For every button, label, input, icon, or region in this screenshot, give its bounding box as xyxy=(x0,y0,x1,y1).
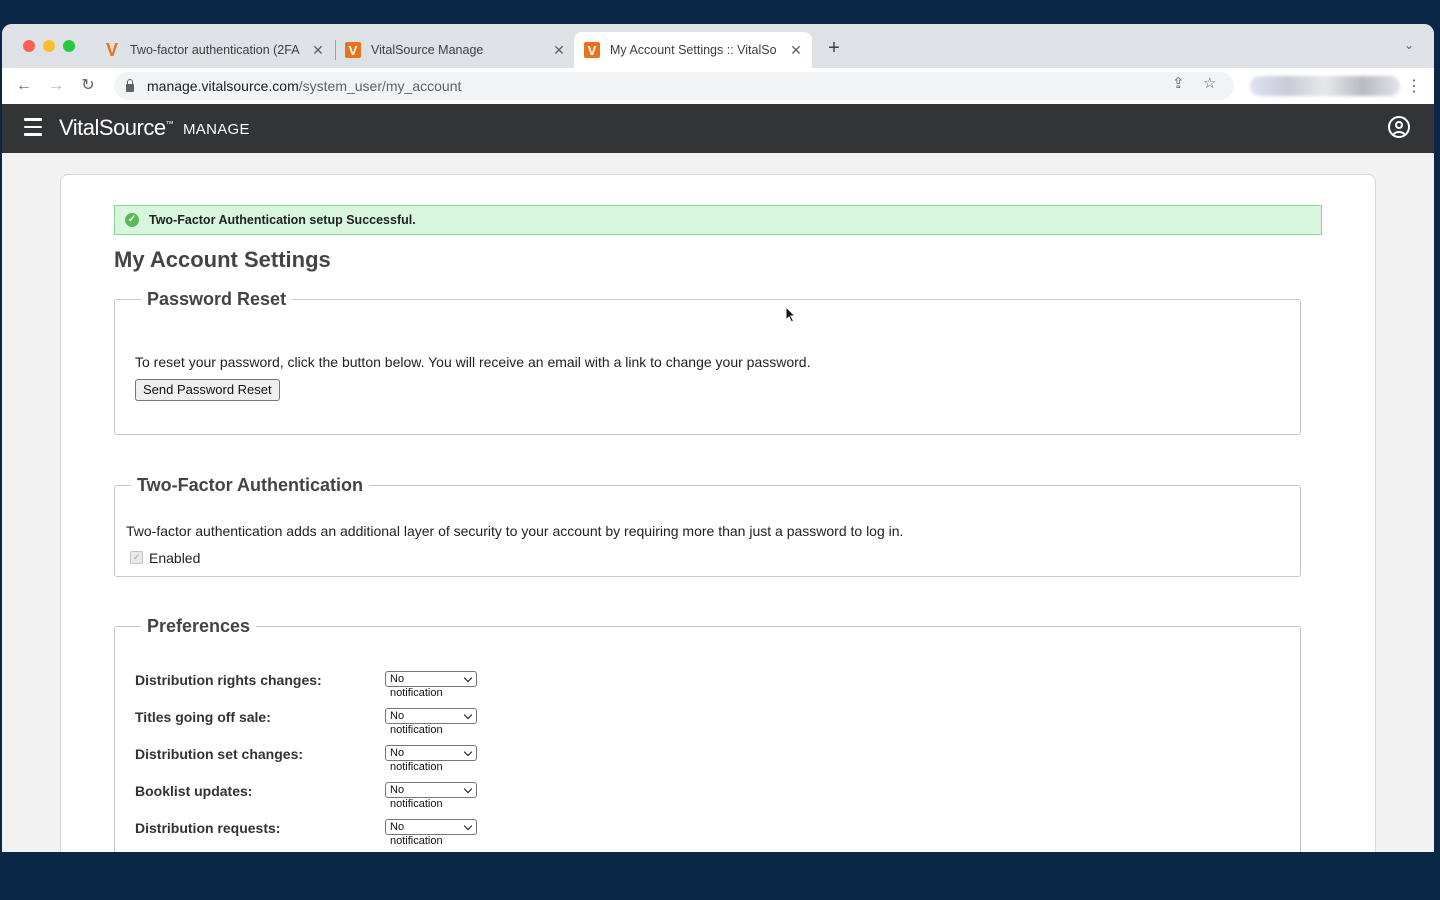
pref-label-titles-off-sale: Titles going off sale: xyxy=(135,709,271,725)
tab-vitalsource-manage[interactable]: V VitalSource Manage ✕ xyxy=(345,32,567,68)
two-factor-description: Two-factor authentication adds an additi… xyxy=(126,523,904,539)
close-tab-icon[interactable]: ✕ xyxy=(310,42,326,59)
two-factor-enabled-label: Enabled xyxy=(149,550,201,566)
vitalsource-logo[interactable]: VitalSource™ xyxy=(59,115,174,141)
pref-select-distribution-requests[interactable]: No notification xyxy=(385,819,477,847)
vitalsource-favicon-icon: V xyxy=(584,42,600,58)
brand-subtitle: MANAGE xyxy=(183,121,250,138)
lock-icon xyxy=(126,79,134,92)
trademark-mark: ™ xyxy=(165,119,174,129)
maximize-window-button[interactable] xyxy=(63,40,75,52)
hamburger-menu-icon[interactable] xyxy=(24,118,42,141)
pref-select-distribution-set[interactable]: No notification xyxy=(385,745,477,773)
minimize-window-button[interactable] xyxy=(43,40,55,52)
mouse-cursor-icon xyxy=(785,306,797,323)
success-alert: ✓ Two-Factor Authentication setup Succes… xyxy=(114,205,1322,235)
two-factor-legend: Two-Factor Authentication xyxy=(137,475,363,495)
pref-label-booklist-updates: Booklist updates: xyxy=(135,783,253,799)
url-host: manage.vitalsource.com xyxy=(147,78,299,94)
vitalsource-favicon-icon: V xyxy=(105,39,118,60)
tab-search-chevron-icon[interactable]: ⌄ xyxy=(1404,38,1414,52)
share-icon[interactable]: ⇪ xyxy=(1172,74,1185,92)
pref-select-titles-off-sale[interactable]: No notification xyxy=(385,708,477,736)
settings-card: ✓ Two-Factor Authentication setup Succes… xyxy=(60,174,1376,852)
pref-label-distribution-requests: Distribution requests: xyxy=(135,820,281,836)
main-content: ✓ Two-Factor Authentication setup Succes… xyxy=(2,153,1434,852)
page-title: My Account Settings xyxy=(114,247,331,272)
two-factor-section: Two-Factor Authentication Two-factor aut… xyxy=(114,475,1301,577)
two-factor-enabled-checkbox[interactable]: ✓ xyxy=(130,551,143,564)
browser-window: V Two-factor authentication (2FA ✕ V Vit… xyxy=(2,24,1434,852)
close-window-button[interactable] xyxy=(23,40,35,52)
tab-separator xyxy=(335,40,336,60)
send-password-reset-button[interactable]: Send Password Reset xyxy=(135,379,280,401)
tab-strip: V Two-factor authentication (2FA ✕ V Vit… xyxy=(2,24,1434,68)
forward-arrow-icon[interactable]: → xyxy=(46,76,66,96)
pref-select-distribution-rights[interactable]: No notification xyxy=(385,671,477,699)
address-bar[interactable]: manage.vitalsource.com/system_user/my_ac… xyxy=(114,72,1234,100)
brand-name: VitalSource xyxy=(59,115,166,140)
alert-message: Two-Factor Authentication setup Successf… xyxy=(149,213,416,227)
pref-label-distribution-set: Distribution set changes: xyxy=(135,746,304,762)
close-tab-icon[interactable]: ✕ xyxy=(788,42,804,59)
password-reset-section: Password Reset To reset your password, c… xyxy=(114,289,1301,435)
close-tab-icon[interactable]: ✕ xyxy=(551,42,567,59)
pref-label-distribution-rights: Distribution rights changes: xyxy=(135,672,322,688)
tab-my-account-settings[interactable]: V My Account Settings :: VitalSo ✕ xyxy=(574,32,812,68)
pref-select-booklist-updates[interactable]: No notification xyxy=(385,782,477,810)
reload-icon[interactable]: ↻ xyxy=(78,76,98,96)
browser-menu-kebab-icon[interactable]: ⋮ xyxy=(1406,76,1422,96)
url-path: /system_user/my_account xyxy=(298,78,462,94)
tab-title: Two-factor authentication (2FA xyxy=(130,43,300,57)
bookmark-star-icon[interactable]: ☆ xyxy=(1203,74,1216,92)
tab-title: VitalSource Manage xyxy=(371,43,484,57)
preferences-section: Preferences Distribution rights changes:… xyxy=(114,616,1301,852)
password-reset-legend: Password Reset xyxy=(147,289,287,309)
back-arrow-icon[interactable]: ← xyxy=(14,76,34,96)
vitalsource-favicon-icon: V xyxy=(345,42,361,58)
app-header: VitalSource™ MANAGE xyxy=(2,104,1434,153)
blurred-extensions-area xyxy=(1250,76,1400,96)
password-reset-description: To reset your password, click the button… xyxy=(135,354,811,370)
new-tab-plus-icon[interactable]: + xyxy=(824,38,844,58)
check-circle-icon: ✓ xyxy=(125,213,139,227)
user-account-icon[interactable] xyxy=(1388,116,1410,138)
tab-two-factor[interactable]: V Two-factor authentication (2FA ✕ xyxy=(104,32,326,68)
preferences-legend: Preferences xyxy=(147,616,251,636)
tab-title: My Account Settings :: VitalSo xyxy=(610,43,777,57)
browser-toolbar: ← → ↻ manage.vitalsource.com/system_user… xyxy=(2,68,1434,105)
